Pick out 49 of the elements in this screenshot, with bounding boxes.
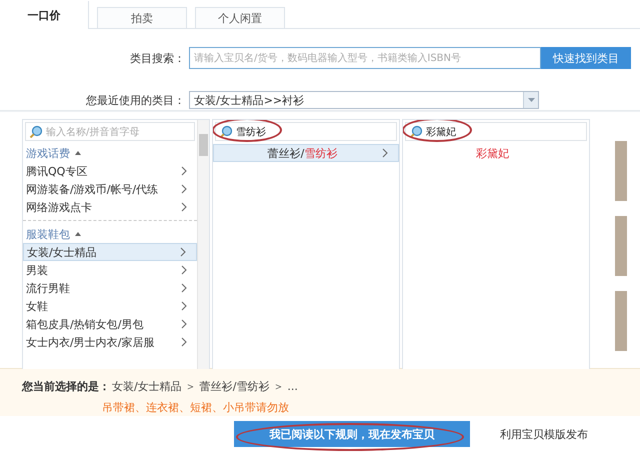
scrollbar[interactable] xyxy=(197,120,209,369)
category-label: 彩黛妃 xyxy=(476,146,509,160)
category-search-field[interactable]: 请输入宝贝名/货号，数码电器输入型号，书籍类输入ISBN号 xyxy=(189,47,541,69)
category-item[interactable]: 蕾丝衫/雪纺衫 xyxy=(213,144,399,162)
category-item[interactable]: 箱包皮具/热销女包/男包 xyxy=(23,315,197,333)
photo-placeholder xyxy=(615,216,627,276)
group-title: 服装鞋包 xyxy=(26,226,70,242)
category-item[interactable]: 网络游戏点卡 xyxy=(23,198,197,216)
tab[interactable]: 一口价 xyxy=(0,1,89,29)
category-item[interactable]: 女装/女士精品 xyxy=(23,243,197,261)
search-value: 彩黛妃 xyxy=(426,126,456,138)
search-field[interactable]: 雪纺衫 xyxy=(215,122,397,141)
category-label: 女装/女士精品 xyxy=(27,244,97,260)
category-item[interactable]: 女鞋 xyxy=(23,297,197,315)
category-label: 女士内衣/男士内衣/家居服 xyxy=(26,334,154,350)
category-label: 蕾丝衫/雪纺衫 xyxy=(268,146,338,160)
photo-placeholder xyxy=(615,291,627,351)
placeholder-text: 输入名称/拼音首字母 xyxy=(46,126,140,138)
tab[interactable]: 拍卖 xyxy=(97,7,187,28)
search-icon xyxy=(29,125,42,138)
category-label: 网游装备/游戏币/帐号/代练 xyxy=(26,182,158,196)
category-item[interactable]: 女士内衣/男士内衣/家居服 xyxy=(23,333,197,351)
search-value: 雪纺衫 xyxy=(236,126,266,138)
category-label: 腾讯QQ专区 xyxy=(26,164,88,178)
category-item[interactable]: 彩黛妃 xyxy=(403,144,589,162)
category-label: 箱包皮具/热销女包/男包 xyxy=(26,316,144,332)
template-link[interactable]: 利用宝贝模版发布 xyxy=(500,426,588,442)
search-label: 类目搜索： xyxy=(129,50,186,66)
category-item[interactable]: 网游装备/游戏币/帐号/代练 xyxy=(23,180,197,198)
category-item[interactable]: 流行男鞋 xyxy=(23,279,197,297)
category-label: 网络游戏点卡 xyxy=(26,200,92,214)
category-label: 流行男鞋 xyxy=(26,280,70,296)
search-icon xyxy=(219,125,232,138)
photo-placeholder xyxy=(615,141,627,201)
selection-label: 您当前选择的是： xyxy=(22,379,110,394)
category-item[interactable]: 男装 xyxy=(23,261,197,279)
search-field[interactable]: 彩黛妃 xyxy=(405,122,587,141)
selection-path: 女装/女士精品 ＞ 蕾丝衫/雪纺衫 ＞ ... xyxy=(112,379,298,394)
recent-category-dropdown[interactable]: 女装/女士精品>>衬衫 xyxy=(189,91,539,109)
search-icon xyxy=(409,125,422,138)
tab[interactable]: 个人闲置 xyxy=(195,7,285,28)
warning-text: 吊带裙、连衣裙、短裙、小吊带请勿放 xyxy=(102,400,290,415)
group-title: 游戏话费 xyxy=(26,146,70,160)
category-label: 男装 xyxy=(26,262,48,278)
category-item[interactable]: 腾讯QQ专区 xyxy=(23,162,197,180)
category-label: 女鞋 xyxy=(26,298,48,314)
dropdown-value: 女装/女士精品>>衬衫 xyxy=(194,92,304,108)
caret-icon xyxy=(528,98,534,102)
recent-category-label: 您最近使用的类目： xyxy=(85,92,186,108)
